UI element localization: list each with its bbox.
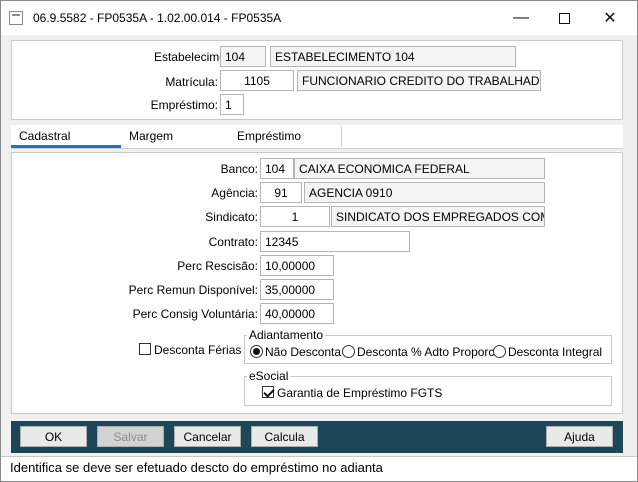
tab-emprestimo[interactable]: Empréstimo <box>229 125 341 148</box>
desconta-ferias-checkbox[interactable] <box>139 343 151 355</box>
window-title: 06.9.5582 - FP0535A - 1.02.00.014 - FP05… <box>33 11 282 25</box>
matricula-code-field[interactable]: 1105 <box>220 70 294 91</box>
banco-label: Banco: <box>220 162 258 176</box>
maximize-icon <box>558 12 570 24</box>
tab-margem-label: Margem <box>129 129 174 143</box>
agencia-name-field[interactable]: AGENCIA 0910 <box>304 182 545 203</box>
radio-desconta-integral-label: Desconta Integral <box>508 345 603 359</box>
perc-rescisao-label: Perc Rescisão: <box>177 259 258 273</box>
tab-cadastral-label: Cadastral <box>19 129 71 143</box>
tab-bar: Cadastral Margem Empréstimo <box>11 125 623 149</box>
title-bar: 06.9.5582 - FP0535A - 1.02.00.014 - FP05… <box>1 1 637 35</box>
matricula-label: Matrícula: <box>165 75 218 89</box>
app-window-icon <box>9 11 23 25</box>
tab-separator <box>341 127 342 147</box>
esocial-title: eSocial <box>247 369 291 383</box>
tab-margem[interactable]: Margem <box>121 125 229 148</box>
sindicato-label: Sindicato: <box>205 210 258 224</box>
perc-remun-label: Perc Remun Disponível: <box>128 283 258 297</box>
header-panel: Estabelecimento: 104 ESTABELECIMENTO 104… <box>11 40 623 120</box>
salvar-button[interactable]: Salvar <box>97 426 164 447</box>
ok-button[interactable]: OK <box>20 426 87 447</box>
application-window: 06.9.5582 - FP0535A - 1.02.00.014 - FP05… <box>0 0 638 482</box>
sindicato-name-field[interactable]: SINDICATO DOS EMPREGADOS COM LOND <box>331 206 545 227</box>
emprestimo-field[interactable]: 1 <box>220 94 244 115</box>
adiantamento-title: Adiantamento <box>247 328 326 342</box>
perc-rescisao-field[interactable]: 10,00000 <box>260 255 334 276</box>
perc-consig-label: Perc Consig Voluntária: <box>132 307 258 321</box>
matricula-name-field[interactable]: FUNCIONARIO CREDITO DO TRABALHADOR <box>297 70 541 91</box>
calcula-button[interactable]: Calcula <box>251 426 318 447</box>
tab-emprestimo-label: Empréstimo <box>237 129 302 143</box>
garantia-fgts-label: Garantia de Empréstimo FGTS <box>277 386 443 400</box>
perc-remun-field[interactable]: 35,00000 <box>260 279 334 300</box>
contrato-field[interactable]: 12345 <box>260 231 410 252</box>
radio-nao-desconta-label: Não Desconta <box>265 345 342 359</box>
tab-cadastral[interactable]: Cadastral <box>11 125 121 148</box>
minimize-button[interactable]: — <box>498 1 544 35</box>
agencia-code-field[interactable]: 91 <box>260 182 302 203</box>
ajuda-button[interactable]: Ajuda <box>546 426 613 447</box>
desconta-ferias-label: Desconta Férias <box>154 343 242 357</box>
radio-nao-desconta[interactable] <box>250 345 263 358</box>
cadastral-panel: Banco: 104 CAIXA ECONOMICA FEDERAL Agênc… <box>11 152 623 414</box>
radio-desconta-adto-proporc[interactable] <box>342 345 355 358</box>
estabelecimento-code-field[interactable]: 104 <box>220 46 266 67</box>
contrato-label: Contrato: <box>208 235 258 249</box>
banco-code-field[interactable]: 104 <box>260 158 294 179</box>
esocial-group: eSocial Garantia de Empréstimo FGTS <box>244 369 612 406</box>
minimize-icon: — <box>513 9 529 26</box>
garantia-fgts-checkbox[interactable] <box>262 386 274 398</box>
estabelecimento-name-field[interactable]: ESTABELECIMENTO 104 <box>270 46 516 67</box>
emprestimo-label: Empréstimo: <box>150 98 218 112</box>
cancelar-button[interactable]: Cancelar <box>174 426 241 447</box>
sindicato-code-field[interactable]: 1 <box>260 206 330 227</box>
banco-name-field[interactable]: CAIXA ECONOMICA FEDERAL <box>294 158 545 179</box>
radio-desconta-integral[interactable] <box>493 345 506 358</box>
status-bar: Identifica se deve ser efetuado descto d… <box>1 456 637 481</box>
button-bar: OK Salvar Cancelar Calcula Ajuda <box>11 421 623 453</box>
radio-desconta-adto-proporc-label: Desconta % Adto Proporc <box>357 345 495 359</box>
close-button[interactable]: ✕ <box>587 1 633 35</box>
perc-consig-field[interactable]: 40,00000 <box>260 303 334 324</box>
close-icon: ✕ <box>603 10 617 27</box>
maximize-button[interactable] <box>541 1 587 35</box>
agencia-label: Agência: <box>211 186 258 200</box>
adiantamento-group: Adiantamento Não Desconta Desconta % Adt… <box>244 328 612 364</box>
